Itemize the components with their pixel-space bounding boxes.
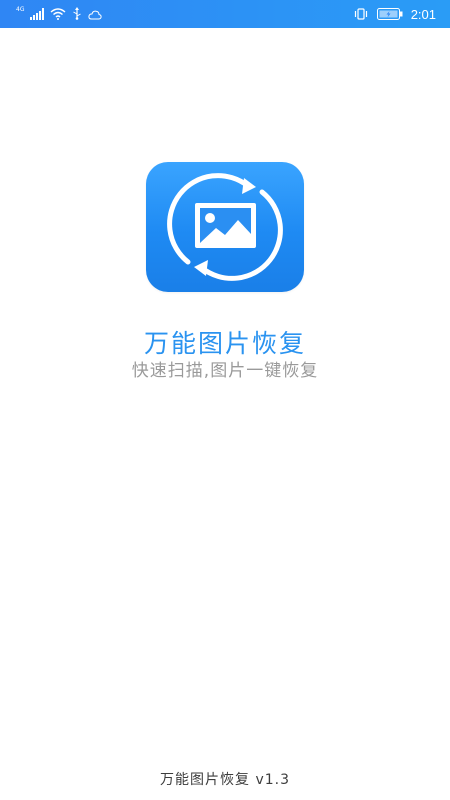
app-subtitle: 快速扫描,图片一键恢复 [131, 361, 319, 381]
photo-restore-icon [146, 162, 304, 292]
cloud-icon [88, 5, 103, 24]
status-bar-left: 4G [16, 5, 103, 24]
wifi-icon [50, 5, 66, 24]
version-label: 万能图片恢复 v1.3 [160, 772, 290, 788]
battery-icon [376, 5, 403, 24]
app-title: 万能图片恢复 [143, 329, 306, 358]
status-bar: 4G 2:01 [0, 0, 450, 28]
network-type-label: 4G [16, 6, 25, 13]
status-bar-right: 2:01 [353, 5, 436, 23]
signal-icon [30, 5, 45, 24]
clock: 2:01 [410, 6, 436, 22]
usb-icon [72, 5, 82, 24]
vibrate-icon [353, 5, 369, 24]
